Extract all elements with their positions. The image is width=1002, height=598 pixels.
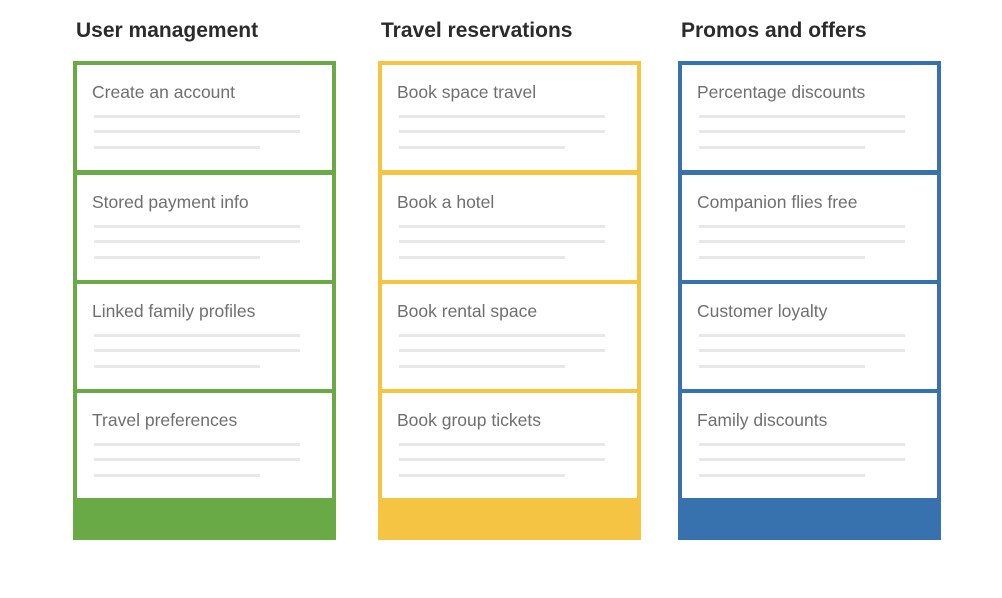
placeholder-text-line — [699, 443, 905, 446]
placeholder-text-line — [699, 474, 865, 477]
placeholder-text-line — [399, 458, 605, 461]
story-card[interactable]: Customer loyalty — [682, 284, 937, 389]
placeholder-text-line — [94, 474, 260, 477]
placeholder-text-line — [399, 365, 565, 368]
card-title: Book rental space — [397, 301, 538, 321]
placeholder-text-line — [399, 115, 605, 118]
card-title: Linked family profiles — [92, 301, 256, 321]
story-card[interactable]: Companion flies free — [682, 175, 937, 280]
column-title: Promos and offers — [681, 19, 867, 42]
column-title: User management — [76, 19, 259, 42]
card-title: Book group tickets — [397, 410, 541, 430]
placeholder-text-line — [94, 349, 300, 352]
placeholder-text-line — [94, 146, 260, 149]
placeholder-text-line — [94, 225, 300, 228]
story-card[interactable]: Book rental space — [382, 284, 637, 389]
placeholder-text-line — [399, 349, 605, 352]
placeholder-text-line — [699, 458, 905, 461]
column-lane: Book space travel Book a hotel Book rental… — [378, 61, 641, 540]
story-card[interactable]: Book space travel — [382, 65, 637, 170]
placeholder-text-line — [699, 130, 905, 133]
story-card[interactable]: Stored payment info — [77, 175, 332, 280]
placeholder-text-line — [699, 115, 905, 118]
placeholder-text-line — [94, 240, 300, 243]
placeholder-text-line — [399, 256, 565, 259]
story-card[interactable]: Travel preferences — [77, 393, 332, 498]
placeholder-text-line — [399, 474, 565, 477]
column-footer — [73, 497, 336, 540]
placeholder-text-line — [94, 130, 300, 133]
card-title: Family discounts — [697, 410, 828, 430]
placeholder-text-line — [699, 256, 865, 259]
card-title: Book a hotel — [397, 192, 495, 212]
placeholder-text-line — [699, 349, 905, 352]
placeholder-text-line — [94, 458, 300, 461]
column-footer — [378, 497, 641, 540]
story-card[interactable]: Create an account — [77, 65, 332, 170]
placeholder-text-line — [94, 443, 300, 446]
column-1: Travel reservations Book space travel Book… — [378, 16, 641, 540]
story-card[interactable]: Linked family profiles — [77, 284, 332, 389]
card-title: Create an account — [92, 82, 236, 102]
card-title: Percentage discounts — [697, 82, 866, 102]
placeholder-text-line — [699, 146, 865, 149]
placeholder-text-line — [399, 443, 605, 446]
placeholder-text-line — [399, 146, 565, 149]
column-lane: Create an account Stored payment info Link… — [73, 61, 336, 540]
story-card[interactable]: Book group tickets — [382, 393, 637, 498]
card-title: Stored payment info — [92, 192, 249, 212]
placeholder-text-line — [699, 334, 905, 337]
placeholder-text-line — [94, 256, 260, 259]
card-title: Companion flies free — [697, 192, 858, 212]
placeholder-text-line — [399, 225, 605, 228]
placeholder-text-line — [94, 334, 300, 337]
placeholder-text-line — [399, 240, 605, 243]
placeholder-text-line — [399, 130, 605, 133]
column-0: User management Create an account Stored p… — [73, 16, 336, 540]
placeholder-text-line — [94, 115, 300, 118]
card-title: Book space travel — [397, 82, 537, 102]
story-card[interactable]: Family discounts — [682, 393, 937, 498]
column-title: Travel reservations — [381, 19, 573, 42]
column-2: Promos and offers Percentage discounts Com… — [678, 16, 941, 540]
placeholder-text-line — [699, 225, 905, 228]
placeholder-text-line — [399, 334, 605, 337]
column-footer — [678, 497, 941, 540]
placeholder-text-line — [94, 365, 260, 368]
card-title: Customer loyalty — [697, 301, 828, 321]
placeholder-text-line — [699, 240, 905, 243]
story-card[interactable]: Book a hotel — [382, 175, 637, 280]
column-lane: Percentage discounts Companion flies free… — [678, 61, 941, 540]
story-card[interactable]: Percentage discounts — [682, 65, 937, 170]
card-title: Travel preferences — [92, 410, 238, 430]
placeholder-text-line — [699, 365, 865, 368]
